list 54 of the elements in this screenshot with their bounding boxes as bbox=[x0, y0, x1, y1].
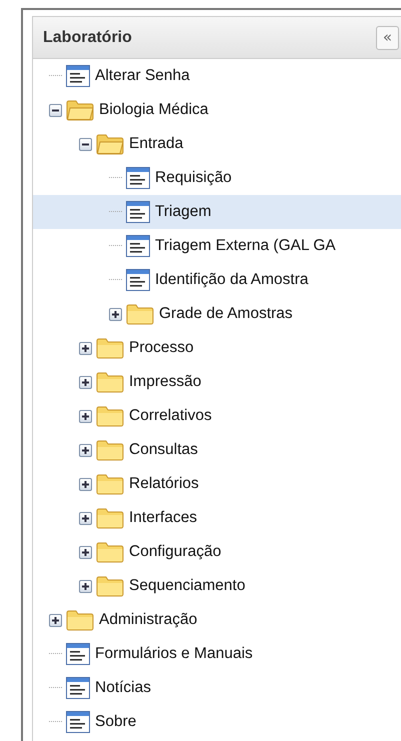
folder-label[interactable]: Impressão bbox=[129, 373, 202, 391]
expand-toggle-icon[interactable] bbox=[79, 546, 92, 558]
folder-icon bbox=[96, 337, 124, 359]
menu-item[interactable]: Alterar Senha bbox=[95, 67, 190, 85]
expand-toggle-icon[interactable] bbox=[79, 580, 92, 592]
folder-label[interactable]: Interfaces bbox=[129, 509, 198, 527]
form-page-icon bbox=[66, 643, 90, 665]
form-page-icon bbox=[126, 201, 150, 223]
form-page-icon bbox=[66, 677, 90, 699]
folder-label[interactable]: Consultas bbox=[129, 441, 198, 459]
expand-toggle-icon[interactable] bbox=[79, 376, 92, 388]
panel-title: Laboratório bbox=[43, 28, 132, 46]
folder-icon bbox=[96, 575, 124, 597]
menu-item[interactable]: Sobre bbox=[95, 713, 136, 731]
folder-label[interactable]: Grade de Amostras bbox=[159, 305, 293, 323]
open-folder-icon bbox=[96, 133, 124, 155]
folder-icon bbox=[126, 303, 154, 325]
folder-icon bbox=[96, 541, 124, 563]
folder-label[interactable]: Entrada bbox=[129, 135, 184, 153]
folder-label[interactable]: Processo bbox=[129, 339, 194, 357]
expand-toggle-icon[interactable] bbox=[79, 410, 92, 422]
collapse-button[interactable]: « bbox=[376, 26, 399, 50]
folder-label[interactable]: Administração bbox=[99, 611, 198, 629]
form-page-icon bbox=[66, 711, 90, 733]
folder-icon bbox=[96, 473, 124, 495]
menu-item[interactable]: Notícias bbox=[95, 679, 151, 697]
folder-label[interactable]: Correlativos bbox=[129, 407, 212, 425]
expand-toggle-icon[interactable] bbox=[109, 308, 122, 320]
expand-toggle-icon[interactable] bbox=[79, 444, 92, 456]
folder-icon bbox=[96, 405, 124, 427]
collapse-toggle-icon[interactable] bbox=[79, 138, 92, 150]
menu-item[interactable]: Formulários e Manuais bbox=[95, 645, 253, 663]
folder-label[interactable]: Configuração bbox=[129, 543, 222, 561]
folder-icon bbox=[66, 609, 94, 631]
menu-item[interactable]: Requisição bbox=[155, 169, 232, 187]
folder-label[interactable]: Biologia Médica bbox=[99, 101, 208, 119]
folder-icon bbox=[96, 371, 124, 393]
folder-icon bbox=[96, 439, 124, 461]
expand-toggle-icon[interactable] bbox=[79, 342, 92, 354]
form-page-icon bbox=[126, 269, 150, 291]
form-page-icon bbox=[126, 235, 150, 257]
menu-item[interactable]: Identifição da Amostra bbox=[155, 271, 308, 289]
folder-label[interactable]: Sequenciamento bbox=[129, 577, 246, 595]
folder-icon bbox=[96, 507, 124, 529]
expand-toggle-icon[interactable] bbox=[79, 478, 92, 490]
collapse-toggle-icon[interactable] bbox=[49, 104, 62, 116]
folder-label[interactable]: Relatórios bbox=[129, 475, 199, 493]
menu-item[interactable]: Triagem Externa (GAL GA bbox=[155, 237, 336, 255]
open-folder-icon bbox=[66, 99, 94, 121]
expand-toggle-icon[interactable] bbox=[79, 512, 92, 524]
menu-item[interactable]: Triagem bbox=[155, 203, 212, 221]
form-page-icon bbox=[66, 65, 90, 87]
expand-toggle-icon[interactable] bbox=[49, 614, 62, 626]
form-page-icon bbox=[126, 167, 150, 189]
